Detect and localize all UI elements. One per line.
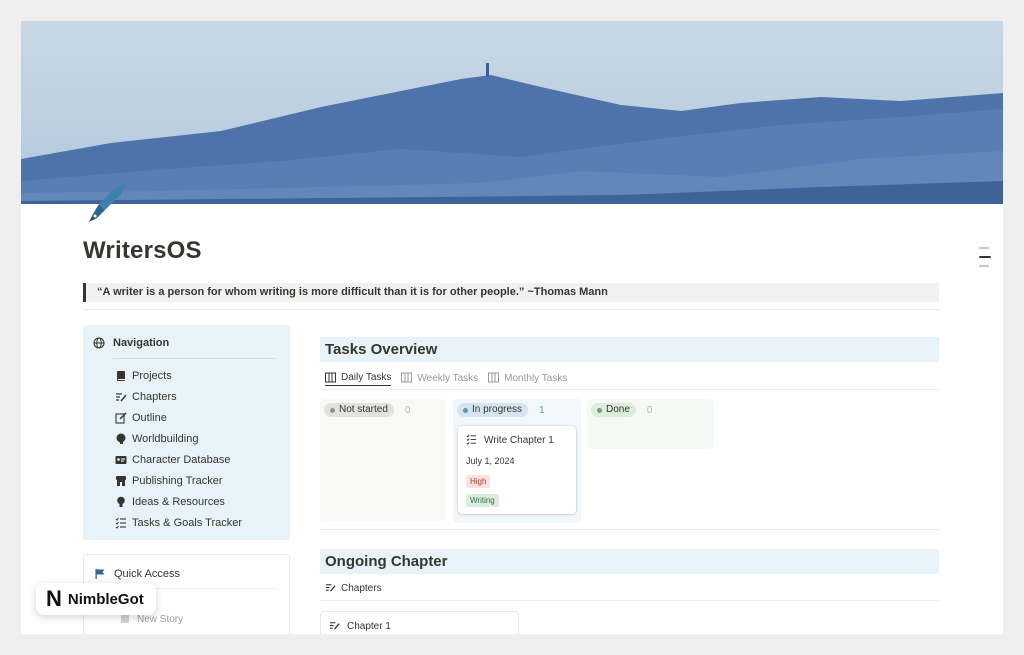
notion-page: WritersOS “A writer is a person for whom…: [21, 21, 1003, 634]
nimblegot-logo-icon: N: [46, 586, 62, 611]
page-title: WritersOS: [83, 237, 202, 264]
tab-weekly-tasks[interactable]: Weekly Tasks: [401, 370, 478, 386]
nav-item-ideas-resources[interactable]: Ideas & Resources: [115, 491, 242, 512]
flag-icon: [94, 568, 106, 580]
watermark-badge: N NimbleGot: [36, 583, 156, 615]
lightbulb-icon: [115, 496, 127, 508]
task-card[interactable]: Write Chapter 1 July 1, 2024 High Writin…: [458, 426, 576, 514]
checklist-icon: [466, 434, 478, 446]
id-card-icon: [115, 454, 127, 466]
board-icon: [401, 372, 413, 384]
quick-access-heading: Quick Access: [94, 568, 180, 580]
nav-item-outline[interactable]: Outline: [115, 407, 242, 428]
book-icon: [115, 370, 127, 382]
store-icon: [115, 475, 127, 487]
column-count: 0: [646, 404, 653, 416]
chapter-title: Chapter 1: [347, 620, 391, 632]
nav-item-projects[interactable]: Projects: [115, 365, 242, 386]
list-pen-icon: [329, 620, 341, 632]
nav-item-character-database[interactable]: Character Database: [115, 449, 242, 470]
brain-icon: [115, 433, 127, 445]
watermark-text: NimbleGot: [67, 590, 144, 608]
board-column-not-started: Not started 0: [320, 399, 445, 521]
status-badge[interactable]: In progress: [457, 403, 529, 417]
divider: [113, 358, 276, 359]
view-tabs: Daily Tasks Weekly Tasks Monthly Tasks: [325, 370, 567, 386]
task-date: July 1, 2024: [466, 456, 515, 466]
board-column-done: Done 0: [587, 399, 714, 449]
tab-chapters[interactable]: Chapters: [325, 582, 382, 594]
board-icon: [488, 372, 500, 384]
list-pen-icon: [325, 582, 337, 594]
ongoing-chapter-heading: Ongoing Chapter: [320, 549, 939, 574]
nav-item-publishing-tracker[interactable]: Publishing Tracker: [115, 470, 242, 491]
navigation-heading: Navigation: [93, 337, 169, 349]
status-badge[interactable]: Done: [591, 403, 636, 417]
nav-item-chapters[interactable]: Chapters: [115, 386, 242, 407]
nav-item-tasks-goals-tracker[interactable]: Tasks & Goals Tracker: [115, 512, 242, 533]
nav-item-worldbuilding[interactable]: Worldbuilding: [115, 428, 242, 449]
table-of-contents-icon[interactable]: [979, 247, 991, 274]
category-tag: Writing: [466, 494, 499, 507]
navigation-callout: Navigation Projects Chapters Outline Wor…: [83, 325, 290, 540]
quote-block: “A writer is a person for whom writing i…: [83, 283, 939, 302]
divider: [83, 309, 939, 310]
edit-icon: [115, 412, 127, 424]
checklist-icon: [115, 517, 127, 529]
globe-icon: [93, 337, 105, 349]
cover-image: [21, 21, 1003, 204]
divider: [320, 529, 939, 530]
divider: [320, 389, 939, 390]
column-count: 0: [404, 404, 411, 416]
column-count: 1: [539, 404, 545, 416]
divider: [320, 600, 939, 601]
fountain-pen-icon[interactable]: [83, 178, 133, 228]
status-badge[interactable]: Not started: [324, 403, 394, 417]
board-icon: [325, 372, 337, 384]
tab-monthly-tasks[interactable]: Monthly Tasks: [488, 370, 567, 386]
chapter-card[interactable]: Chapter 1: [320, 611, 519, 634]
navigation-list: Projects Chapters Outline Worldbuilding …: [115, 365, 242, 533]
task-title: Write Chapter 1: [484, 434, 554, 446]
list-pen-icon: [115, 391, 127, 403]
tab-daily-tasks[interactable]: Daily Tasks: [325, 370, 392, 386]
priority-tag: High: [466, 475, 491, 488]
tasks-overview-heading: Tasks Overview: [320, 337, 939, 362]
